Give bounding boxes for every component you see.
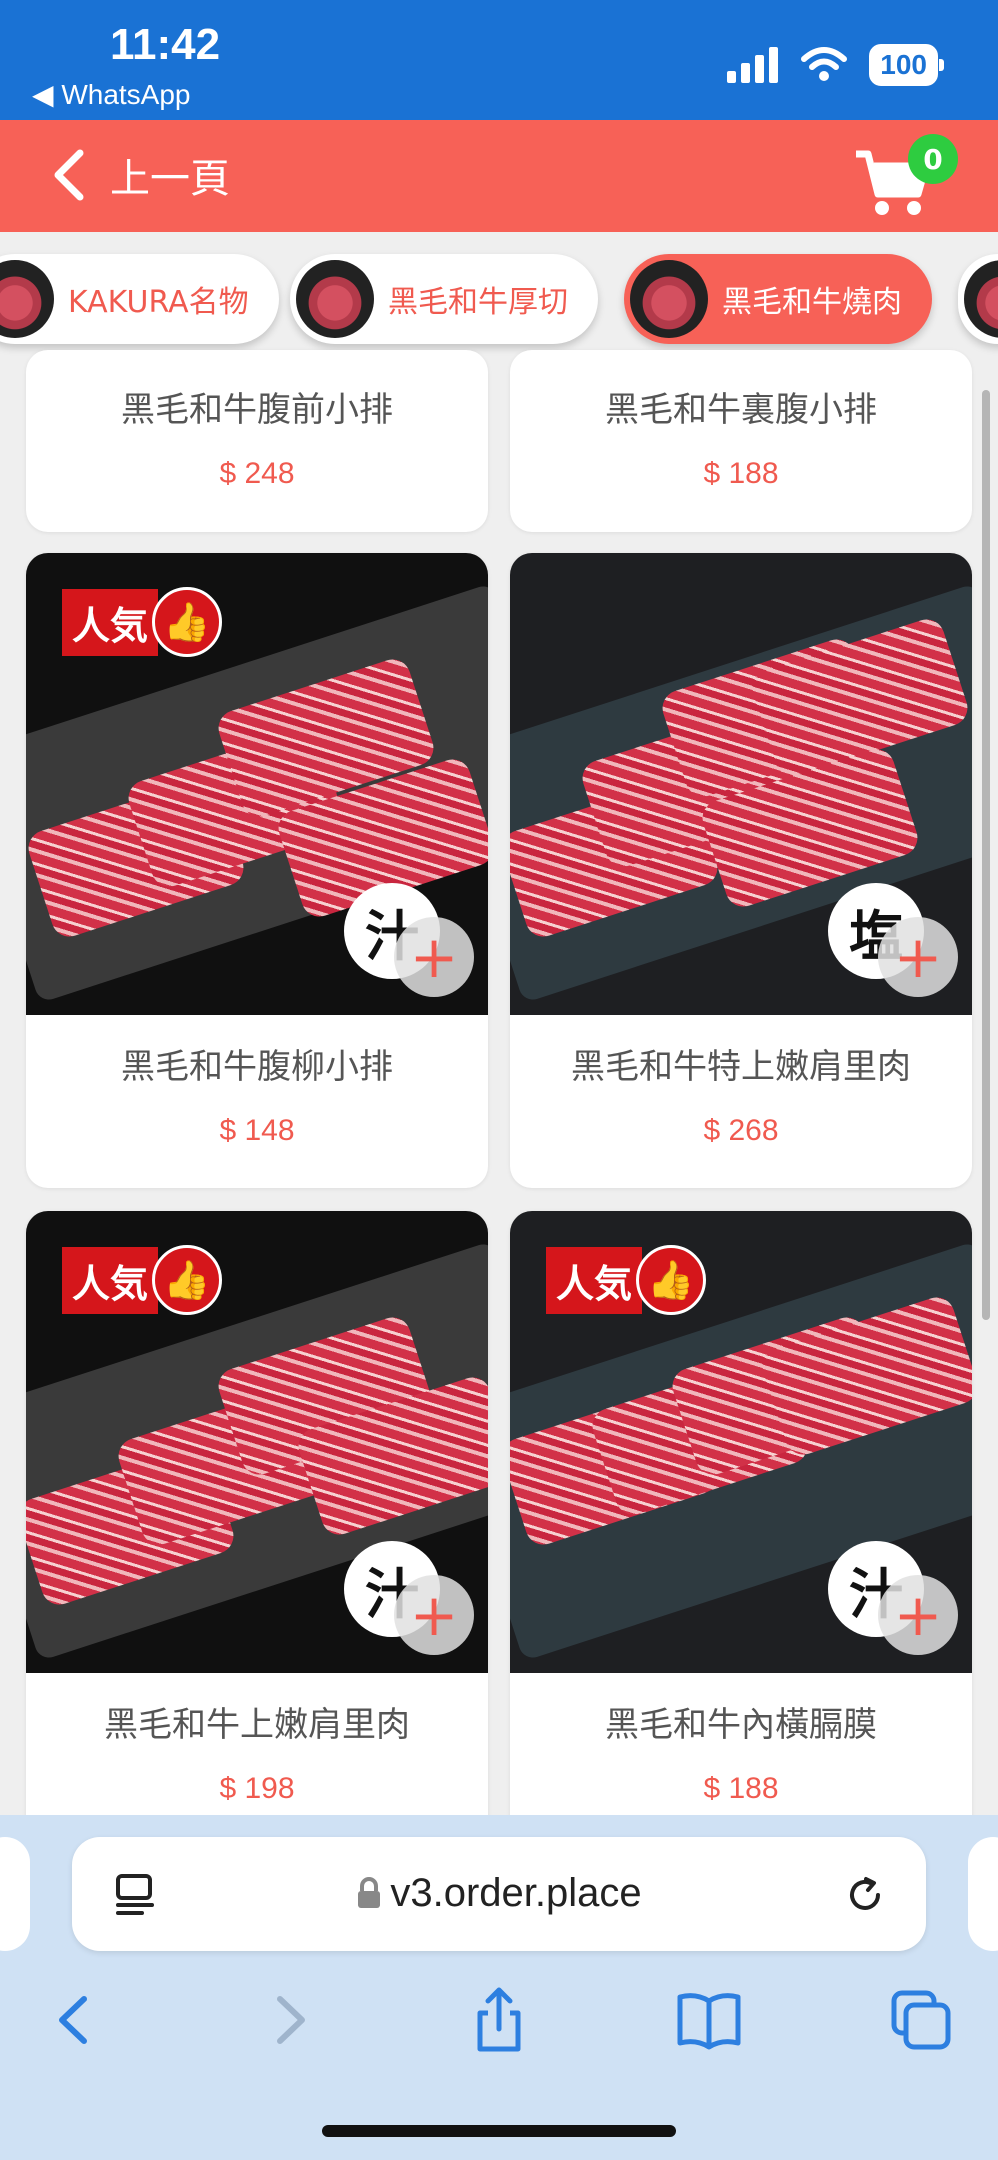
product-image: 人気 👍 汁 +: [26, 1211, 488, 1673]
product-card[interactable]: 人気 👍 汁 + 黑毛和牛內橫膈膜 $ 188: [510, 1211, 972, 1846]
product-card[interactable]: 黑毛和牛裏腹小排 $ 188: [510, 350, 972, 532]
product-price: $ 198: [219, 1772, 295, 1805]
url-display: v3.order.place: [72, 1871, 926, 1916]
category-thumbnail: [630, 260, 708, 338]
scrollbar[interactable]: [982, 390, 990, 1320]
address-bar[interactable]: v3.order.place: [72, 1837, 926, 1951]
app-header: 上一頁 0: [0, 120, 998, 232]
url-text: v3.order.place: [390, 1871, 642, 1915]
add-to-cart-button[interactable]: +: [878, 1575, 958, 1655]
product-name: 黑毛和牛裏腹小排: [605, 390, 877, 430]
cart-count-badge: 0: [908, 134, 958, 184]
battery-indicator: 100: [869, 44, 944, 86]
product-card[interactable]: 人気 👍 汁 + 黑毛和牛上嫩肩里肉 $ 198: [26, 1211, 488, 1846]
product-price: $ 188: [703, 1772, 779, 1805]
category-chip-next[interactable]: [958, 254, 998, 344]
product-name: 黑毛和牛內橫膈膜: [605, 1705, 877, 1745]
product-name: 黑毛和牛腹柳小排: [121, 1047, 393, 1087]
bookmarks-icon[interactable]: [674, 1985, 744, 2055]
category-chip-yakiniku[interactable]: 黑毛和牛燒肉: [624, 254, 932, 344]
category-thumbnail: [0, 260, 54, 338]
product-name: 黑毛和牛上嫩肩里肉: [104, 1705, 410, 1745]
wifi-icon: [801, 47, 848, 81]
product-price: $ 248: [219, 457, 295, 490]
popular-badge: 人気 👍: [62, 587, 223, 657]
add-to-cart-button[interactable]: +: [394, 1575, 474, 1655]
status-icons: 100: [727, 44, 944, 86]
product-card[interactable]: 塩 + 黑毛和牛特上嫩肩里肉 $ 268: [510, 553, 972, 1188]
back-label: 上一頁: [110, 156, 230, 202]
product-card[interactable]: 黑毛和牛腹前小排 $ 248: [26, 350, 488, 532]
thumbs-up-icon: 👍: [636, 1245, 707, 1315]
category-label: 黑毛和牛燒肉: [722, 285, 902, 320]
cart-button[interactable]: 0: [852, 134, 958, 222]
category-label: 黑毛和牛厚切: [388, 285, 568, 320]
back-to-app-link[interactable]: ◀ WhatsApp: [32, 78, 190, 111]
thumbs-up-icon: 👍: [152, 587, 223, 657]
popular-badge: 人気 👍: [546, 1245, 707, 1315]
product-name: 黑毛和牛腹前小排: [121, 390, 393, 430]
product-price: $ 148: [219, 1114, 295, 1147]
product-image: 塩 +: [510, 553, 972, 1015]
status-time: 11:42: [110, 20, 221, 69]
add-to-cart-button[interactable]: +: [394, 917, 474, 997]
forward-icon: [277, 1996, 305, 2044]
chevron-left-icon: [54, 149, 84, 201]
signal-icon: [727, 47, 779, 83]
popular-badge: 人気 👍: [62, 1245, 223, 1315]
back-icon[interactable]: [40, 1985, 110, 2055]
lock-icon: [358, 1877, 381, 1908]
product-price: $ 188: [703, 457, 779, 490]
browser-toolbar: v3.order.place: [0, 1815, 998, 2160]
previous-tab[interactable]: [0, 1837, 30, 1951]
add-to-cart-button[interactable]: +: [878, 917, 958, 997]
home-indicator: [322, 2125, 676, 2137]
share-icon[interactable]: [464, 1985, 534, 2055]
product-image: 人気 👍 汁 +: [26, 553, 488, 1015]
product-price: $ 268: [703, 1114, 779, 1147]
category-thumbnail: [296, 260, 374, 338]
category-chip-thick-cut[interactable]: 黑毛和牛厚切: [290, 254, 598, 344]
next-tab[interactable]: [968, 1837, 998, 1951]
product-image: 人気 👍 汁 +: [510, 1211, 972, 1673]
tabs-icon[interactable]: [886, 1985, 956, 2055]
reload-icon[interactable]: [844, 1873, 888, 1917]
category-bar: KAKURA名物 黑毛和牛厚切 黑毛和牛燒肉: [0, 232, 998, 362]
status-bar: 11:42 ◀ WhatsApp 100: [0, 0, 998, 120]
category-label: KAKURA名物: [68, 285, 249, 320]
back-button[interactable]: 上一頁: [50, 146, 230, 204]
product-card[interactable]: 人気 👍 汁 + 黑毛和牛腹柳小排 $ 148: [26, 553, 488, 1188]
product-name: 黑毛和牛特上嫩肩里肉: [571, 1047, 911, 1087]
thumbs-up-icon: 👍: [152, 1245, 223, 1315]
category-thumbnail: [964, 260, 998, 338]
category-chip-kakura[interactable]: KAKURA名物: [0, 254, 279, 344]
